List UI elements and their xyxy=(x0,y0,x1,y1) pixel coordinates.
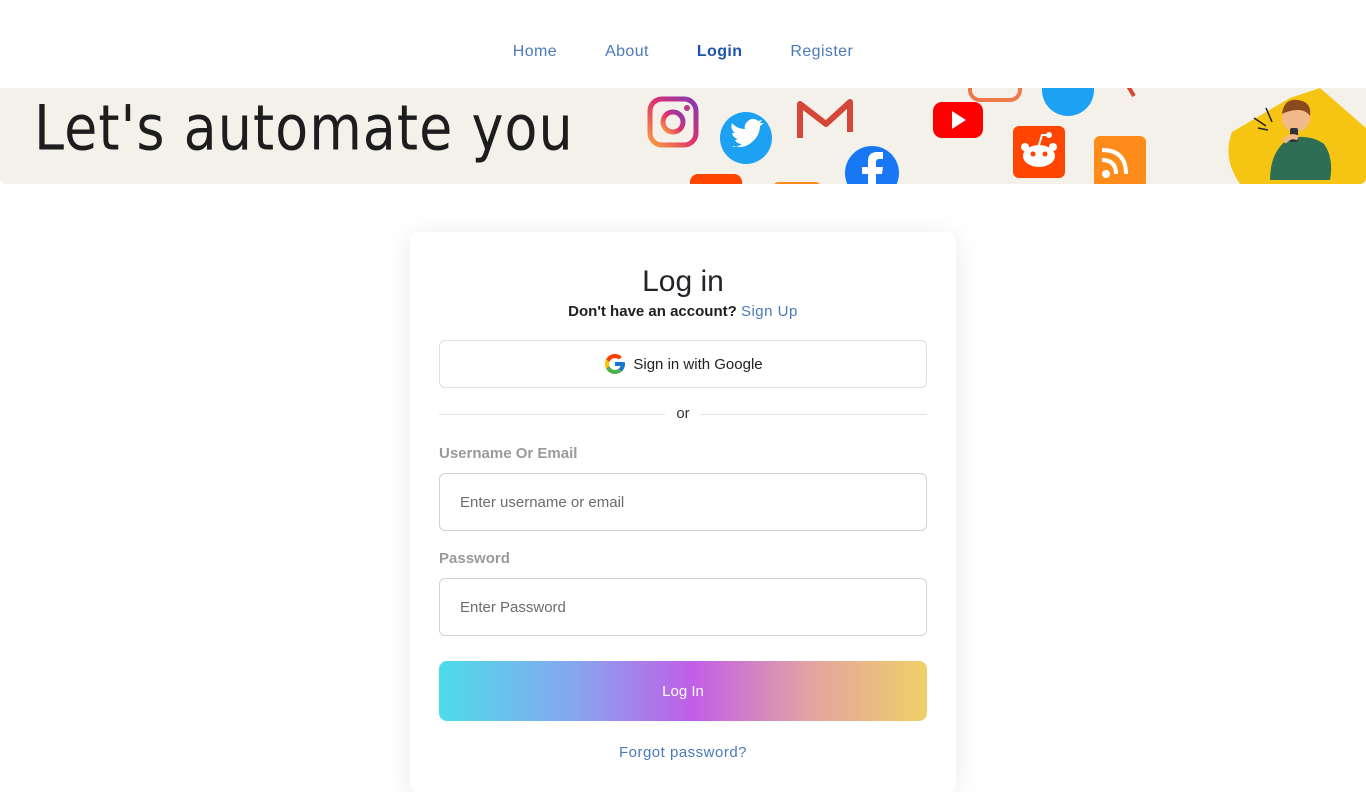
youtube-icon xyxy=(933,102,983,138)
google-signin-label: Sign in with Google xyxy=(633,355,763,373)
divider-line-right xyxy=(700,414,927,415)
login-submit-button[interactable]: Log In xyxy=(439,661,927,721)
nav-login-link[interactable]: Login xyxy=(697,43,743,61)
username-input[interactable] xyxy=(439,473,927,531)
google-signin-button[interactable]: Sign in with Google xyxy=(439,340,927,388)
password-input[interactable] xyxy=(439,578,927,636)
password-label: Password xyxy=(439,550,510,567)
signup-prompt: Don't have an account? Sign Up xyxy=(410,303,956,320)
nav-register-link[interactable]: Register xyxy=(790,43,853,61)
signup-link[interactable]: Sign Up xyxy=(741,303,798,320)
facebook-icon xyxy=(845,146,899,184)
twitter-icon xyxy=(720,112,772,164)
nav-home-link[interactable]: Home xyxy=(513,43,557,61)
google-icon xyxy=(605,354,626,374)
hero-banner: Let's automate you xyxy=(0,88,1366,184)
top-navigation: Home About Login Register xyxy=(0,0,1366,88)
rss-icon xyxy=(1094,136,1146,184)
login-card: Log in Don't have an account? Sign Up Si… xyxy=(410,232,956,792)
username-label: Username Or Email xyxy=(439,445,578,462)
gmail-icon xyxy=(797,99,853,138)
signup-question: Don't have an account? xyxy=(568,303,737,320)
person-with-phone-illustration xyxy=(1228,88,1366,184)
instagram-icon xyxy=(647,96,699,148)
forgot-password-link[interactable]: Forgot password? xyxy=(410,744,956,761)
nav-about-link[interactable]: About xyxy=(605,43,649,61)
social-icons-illustration xyxy=(647,88,1366,184)
login-title: Log in xyxy=(642,265,724,298)
reddit-icon xyxy=(1013,126,1065,178)
or-divider: or xyxy=(439,404,927,424)
